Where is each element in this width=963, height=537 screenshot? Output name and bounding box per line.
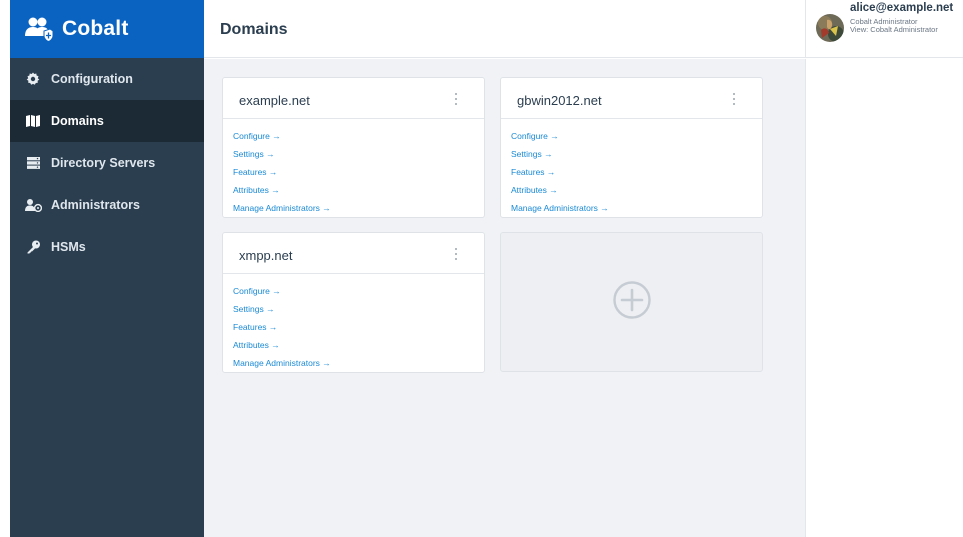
sidebar-item-configuration[interactable]: Configuration bbox=[10, 58, 204, 100]
sidebar-item-directory-servers[interactable]: Directory Servers bbox=[10, 142, 204, 184]
sidebar-item-label: Directory Servers bbox=[51, 156, 156, 170]
map-icon bbox=[24, 113, 42, 129]
sidebar-item-label: HSMs bbox=[51, 240, 86, 254]
sidebar-item-label: Administrators bbox=[51, 198, 140, 212]
features-link[interactable]: Features → bbox=[233, 163, 474, 181]
domain-card: gbwin2012.net Configure → Settings → Fea… bbox=[500, 77, 763, 218]
sidebar-item-hsms[interactable]: HSMs bbox=[10, 226, 204, 268]
configure-link[interactable]: Configure → bbox=[233, 282, 474, 300]
admin-users-icon bbox=[24, 197, 42, 213]
server-icon bbox=[24, 155, 42, 171]
card-header: gbwin2012.net bbox=[501, 78, 762, 119]
avatar bbox=[816, 14, 844, 42]
user-email: alice@example.net bbox=[850, 2, 954, 14]
manage-administrators-link[interactable]: Manage Administrators → bbox=[233, 354, 474, 372]
configure-link[interactable]: Configure → bbox=[233, 127, 474, 145]
attributes-link[interactable]: Attributes → bbox=[233, 181, 474, 199]
configure-link[interactable]: Configure → bbox=[511, 127, 752, 145]
add-domain-button[interactable] bbox=[500, 232, 763, 372]
domain-links: Configure → Settings → Features → Attrib… bbox=[501, 119, 762, 223]
cobalt-logo-icon bbox=[24, 16, 54, 43]
brand[interactable]: Cobalt bbox=[10, 0, 204, 58]
more-options-icon[interactable] bbox=[454, 93, 458, 105]
settings-link[interactable]: Settings → bbox=[511, 145, 752, 163]
manage-administrators-link[interactable]: Manage Administrators → bbox=[511, 199, 752, 217]
sidebar: Cobalt Configuration Domains Directory S… bbox=[10, 0, 204, 537]
features-link[interactable]: Features → bbox=[233, 318, 474, 336]
sidebar-item-administrators[interactable]: Administrators bbox=[10, 184, 204, 226]
settings-link[interactable]: Settings → bbox=[233, 145, 474, 163]
domain-links: Configure → Settings → Features → Attrib… bbox=[223, 274, 484, 378]
right-panel bbox=[805, 59, 963, 537]
domain-name: gbwin2012.net bbox=[517, 93, 602, 108]
domain-links: Configure → Settings → Features → Attrib… bbox=[223, 119, 484, 223]
card-header: xmpp.net bbox=[223, 233, 484, 274]
app-root: Cobalt Configuration Domains Directory S… bbox=[10, 0, 963, 537]
settings-link[interactable]: Settings → bbox=[233, 300, 474, 318]
user-view: View: Cobalt Administrator bbox=[850, 25, 938, 34]
more-options-icon[interactable] bbox=[732, 93, 736, 105]
main-content: example.net Configure → Settings → Featu… bbox=[204, 59, 963, 537]
sidebar-nav: Configuration Domains Directory Servers … bbox=[10, 58, 204, 268]
domain-card: xmpp.net Configure → Settings → Features… bbox=[222, 232, 485, 373]
card-header: example.net bbox=[223, 78, 484, 119]
domain-card: example.net Configure → Settings → Featu… bbox=[222, 77, 485, 218]
domain-name: xmpp.net bbox=[239, 248, 293, 263]
attributes-link[interactable]: Attributes → bbox=[511, 181, 752, 199]
sidebar-item-domains[interactable]: Domains bbox=[10, 100, 204, 142]
user-info: alice@example.net Cobalt Administrator V… bbox=[850, 2, 954, 34]
features-link[interactable]: Features → bbox=[511, 163, 752, 181]
gear-icon bbox=[24, 71, 42, 87]
domain-name: example.net bbox=[239, 93, 310, 108]
sidebar-item-label: Configuration bbox=[51, 72, 133, 86]
plus-circle-icon bbox=[612, 280, 652, 325]
more-options-icon[interactable] bbox=[454, 248, 458, 260]
sidebar-item-label: Domains bbox=[51, 114, 104, 128]
page-title: Domains bbox=[220, 21, 288, 38]
top-header: Domains alice@example.net Cobalt Adminis… bbox=[204, 0, 963, 58]
user-menu[interactable]: alice@example.net Cobalt Administrator V… bbox=[805, 0, 963, 58]
app-name: Cobalt bbox=[62, 17, 129, 40]
user-role: Cobalt Administrator bbox=[850, 16, 918, 26]
attributes-link[interactable]: Attributes → bbox=[233, 336, 474, 354]
key-icon bbox=[24, 239, 42, 255]
manage-administrators-link[interactable]: Manage Administrators → bbox=[233, 199, 474, 217]
